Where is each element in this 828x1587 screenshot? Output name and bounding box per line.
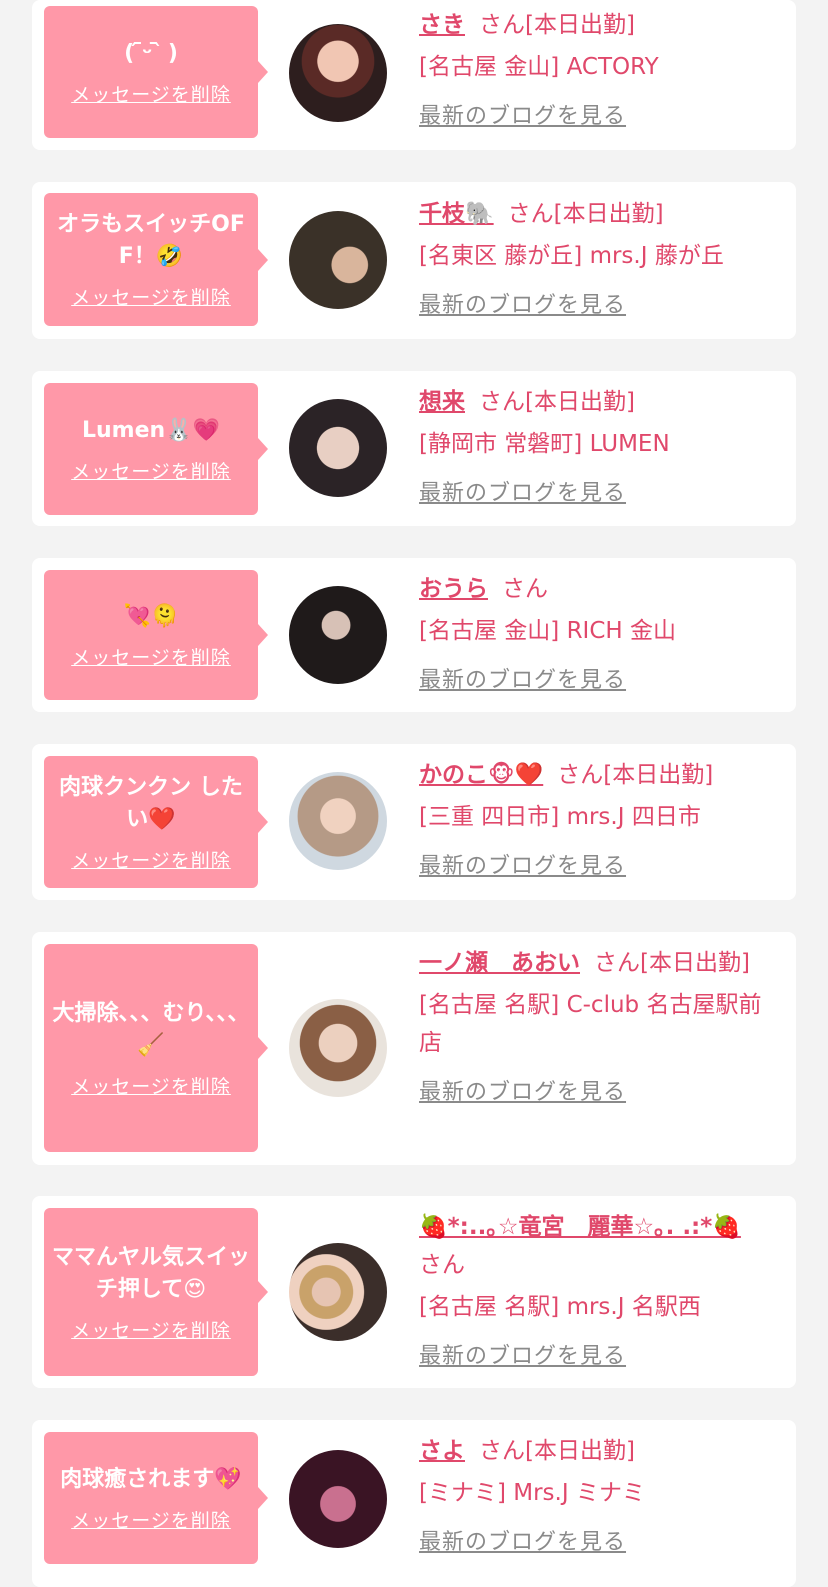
message-card: オラもスイッチOFF！🤣 メッセージを削除 千枝🐘 さん[本日出勤] [名東区 藤… xyxy=(32,182,796,339)
message-text: ( ᷇ᵕ ᷆ ) xyxy=(124,40,178,66)
message-text: 💘🫠 xyxy=(123,603,179,629)
honorific: さん xyxy=(502,576,548,602)
status-badge: [本日出勤] xyxy=(525,12,635,38)
message-text: Lumen🐰💗 xyxy=(82,417,220,443)
latest-blog-link[interactable]: 最新のブログを見る xyxy=(419,1074,774,1112)
message-card: ( ᷇ᵕ ᷆ ) メッセージを削除 さき さん[本日出勤] [名古屋 金山] AC… xyxy=(32,0,796,150)
avatar[interactable] xyxy=(289,1450,387,1548)
status-badge: [本日出勤] xyxy=(525,1438,635,1464)
profile-name-link[interactable]: 想来 xyxy=(419,389,465,415)
delete-message-link[interactable]: メッセージを削除 xyxy=(71,457,231,484)
message-card: 肉球癒されます💖 メッセージを削除 さよ さん[本日出勤] [ミナミ] Mrs.J… xyxy=(32,1420,796,1587)
latest-blog-link[interactable]: 最新のブログを見る xyxy=(419,98,774,136)
honorific: さん xyxy=(479,12,525,38)
avatar[interactable] xyxy=(289,211,387,309)
message-card: 肉球クンクン したい❤️ メッセージを削除 かのこ🐵❤️ さん[本日出勤] [三重… xyxy=(32,744,796,900)
profile-info: 一ノ瀬 あおい さん[本日出勤] [名古屋 名駅] C-club 名古屋駅前店 最… xyxy=(419,944,774,1112)
status-badge: [本日出勤] xyxy=(553,201,664,227)
shop-info: [名東区 藤が丘] mrs.J 藤が丘 xyxy=(419,243,724,269)
status-badge: [本日出勤] xyxy=(525,389,635,415)
message-text: 肉球癒されます💖 xyxy=(60,1466,242,1492)
latest-blog-link[interactable]: 最新のブログを見る xyxy=(419,662,774,700)
shop-info: [三重 四日市] mrs.J 四日市 xyxy=(419,804,701,830)
latest-blog-link[interactable]: 最新のブログを見る xyxy=(419,1338,774,1376)
profile-info: さよ さん[本日出勤] [ミナミ] Mrs.J ミナミ 最新のブログを見る xyxy=(419,1432,774,1562)
latest-blog-link[interactable]: 最新のブログを見る xyxy=(419,475,774,513)
shop-info: [名古屋 金山] RICH 金山 xyxy=(419,618,676,644)
message-card: Lumen🐰💗 メッセージを削除 想来 さん[本日出勤] [静岡市 常磐町] LU… xyxy=(32,371,796,526)
shop-info: [ミナミ] Mrs.J ミナミ xyxy=(419,1480,645,1506)
delete-message-link[interactable]: メッセージを削除 xyxy=(71,1316,231,1343)
delete-message-link[interactable]: メッセージを削除 xyxy=(71,643,231,670)
avatar[interactable] xyxy=(289,24,387,122)
message-card: 💘🫠 メッセージを削除 おうら さん [名古屋 金山] RICH 金山 最新のブロ… xyxy=(32,558,796,712)
status-badge: [本日出勤] xyxy=(603,762,714,788)
message-card: ママんヤル気スイッチ押して😍 メッセージを削除 🍓*:..｡☆竜宮 麗華☆｡. … xyxy=(32,1196,796,1388)
profile-name-link[interactable]: 一ノ瀬 あおい xyxy=(419,950,580,976)
latest-blog-link[interactable]: 最新のブログを見る xyxy=(419,287,774,325)
profile-name-link[interactable]: さよ xyxy=(419,1438,465,1464)
avatar[interactable] xyxy=(289,1243,387,1341)
delete-message-link[interactable]: メッセージを削除 xyxy=(71,80,231,107)
honorific: さん xyxy=(594,950,640,976)
honorific: さん xyxy=(419,1252,465,1278)
shop-info: [名古屋 名駅] mrs.J 名駅西 xyxy=(419,1294,701,1320)
profile-name-link[interactable]: おうら xyxy=(419,576,488,602)
message-text: 大掃除、、、むり、、、🧹 xyxy=(52,1000,250,1058)
avatar[interactable] xyxy=(289,586,387,684)
delete-message-link[interactable]: メッセージを削除 xyxy=(71,283,231,310)
message-bubble: ( ᷇ᵕ ᷆ ) メッセージを削除 xyxy=(44,6,268,138)
honorific: さん xyxy=(479,389,525,415)
message-list: ( ᷇ᵕ ᷆ ) メッセージを削除 さき さん[本日出勤] [名古屋 金山] AC… xyxy=(0,0,828,1587)
delete-message-link[interactable]: メッセージを削除 xyxy=(71,1072,231,1099)
message-bubble: ママんヤル気スイッチ押して😍 メッセージを削除 xyxy=(44,1208,268,1376)
avatar[interactable] xyxy=(289,399,387,497)
honorific: さん xyxy=(507,201,554,227)
latest-blog-link[interactable]: 最新のブログを見る xyxy=(419,848,774,886)
avatar[interactable] xyxy=(289,772,387,870)
shop-info: [名古屋 名駅] C-club 名古屋駅前店 xyxy=(419,992,762,1056)
profile-name-link[interactable]: 千枝🐘 xyxy=(419,201,494,227)
status-badge: [本日出勤] xyxy=(640,950,750,976)
delete-message-link[interactable]: メッセージを削除 xyxy=(71,1506,231,1533)
profile-name-link[interactable]: かのこ🐵❤️ xyxy=(419,762,543,788)
profile-name-link[interactable]: 🍓*:..｡☆竜宮 麗華☆｡. .:*🍓 xyxy=(419,1214,741,1240)
profile-info: かのこ🐵❤️ さん[本日出勤] [三重 四日市] mrs.J 四日市 最新のブログ… xyxy=(419,756,774,886)
honorific: さん xyxy=(557,762,604,788)
latest-blog-link[interactable]: 最新のブログを見る xyxy=(419,1524,774,1562)
profile-name-link[interactable]: さき xyxy=(419,12,465,38)
message-text: ママんヤル気スイッチ押して😍 xyxy=(52,1244,251,1302)
delete-message-link[interactable]: メッセージを削除 xyxy=(71,846,231,873)
message-bubble: Lumen🐰💗 メッセージを削除 xyxy=(44,383,268,515)
profile-info: おうら さん [名古屋 金山] RICH 金山 最新のブログを見る xyxy=(419,570,774,700)
profile-info: 想来 さん[本日出勤] [静岡市 常磐町] LUMEN 最新のブログを見る xyxy=(419,383,774,513)
message-text: オラもスイッチOFF！🤣 xyxy=(57,212,245,269)
avatar[interactable] xyxy=(289,999,387,1097)
profile-info: 🍓*:..｡☆竜宮 麗華☆｡. .:*🍓 さん [名古屋 名駅] mrs.J 名駅… xyxy=(419,1208,774,1376)
shop-info: [静岡市 常磐町] LUMEN xyxy=(419,431,670,457)
profile-info: 千枝🐘 さん[本日出勤] [名東区 藤が丘] mrs.J 藤が丘 最新のブログを見… xyxy=(419,195,774,325)
message-bubble: 肉球癒されます💖 メッセージを削除 xyxy=(44,1432,268,1564)
message-bubble: 大掃除、、、むり、、、🧹 メッセージを削除 xyxy=(44,944,268,1152)
shop-info: [名古屋 金山] ACTORY xyxy=(419,54,659,80)
message-bubble: 💘🫠 メッセージを削除 xyxy=(44,570,268,700)
message-text: 肉球クンクン したい❤️ xyxy=(59,774,243,832)
message-bubble: 肉球クンクン したい❤️ メッセージを削除 xyxy=(44,756,268,888)
message-card: 大掃除、、、むり、、、🧹 メッセージを削除 一ノ瀬 あおい さん[本日出勤] [名… xyxy=(32,932,796,1165)
profile-info: さき さん[本日出勤] [名古屋 金山] ACTORY 最新のブログを見る xyxy=(419,6,774,136)
honorific: さん xyxy=(479,1438,525,1464)
message-bubble: オラもスイッチOFF！🤣 メッセージを削除 xyxy=(44,193,268,326)
